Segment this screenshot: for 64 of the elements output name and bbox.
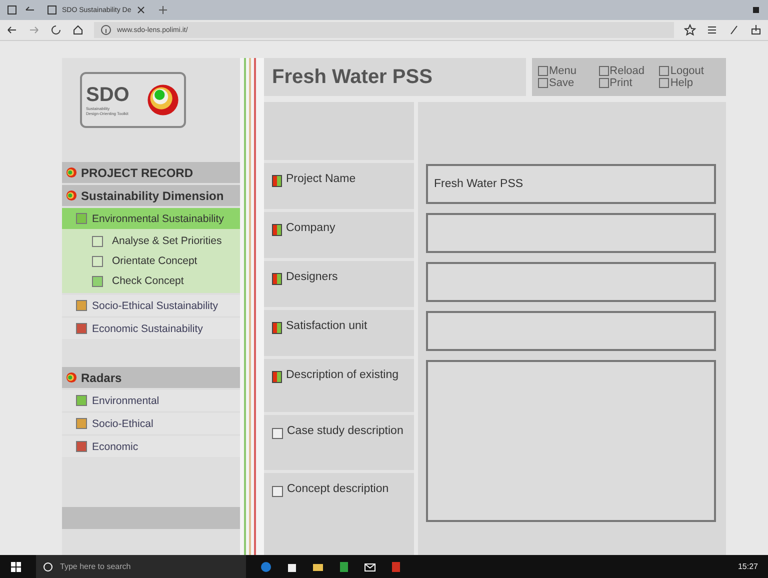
section-header[interactable]: PROJECT RECORD bbox=[62, 162, 240, 183]
app-icon[interactable] bbox=[338, 560, 350, 572]
status-icon bbox=[272, 273, 282, 285]
field-label: Project Name bbox=[286, 173, 356, 185]
nav-item[interactable]: Economic bbox=[62, 436, 240, 457]
status-icon bbox=[66, 372, 77, 383]
text-field[interactable] bbox=[426, 213, 716, 253]
text-area[interactable] bbox=[426, 360, 716, 522]
menu-link[interactable]: Logout bbox=[659, 65, 720, 77]
app-icon[interactable] bbox=[390, 560, 402, 572]
browser-icon[interactable] bbox=[260, 560, 272, 572]
menu-link[interactable]: Print bbox=[598, 77, 660, 89]
mail-icon[interactable] bbox=[364, 560, 376, 572]
info-icon bbox=[100, 24, 112, 36]
checkbox[interactable] bbox=[272, 428, 283, 439]
star-icon[interactable] bbox=[684, 24, 696, 36]
section-header[interactable]: Radars bbox=[62, 367, 240, 388]
text-field[interactable] bbox=[426, 262, 716, 302]
project-title: Fresh Water PSS bbox=[264, 58, 526, 96]
rings-icon bbox=[146, 83, 180, 117]
nav-subitem[interactable]: Check Concept bbox=[62, 271, 240, 291]
nav-item[interactable]: Environmental bbox=[62, 390, 240, 411]
field-label: Company bbox=[286, 222, 336, 234]
nav-item[interactable]: Environmental Sustainability bbox=[62, 208, 240, 229]
refresh-icon[interactable] bbox=[50, 24, 62, 36]
close-icon[interactable] bbox=[135, 4, 148, 16]
menu-link[interactable]: Reload bbox=[598, 65, 660, 77]
status-icon bbox=[66, 190, 77, 201]
status-icon bbox=[272, 224, 282, 236]
text-field[interactable]: Fresh Water PSS bbox=[426, 164, 716, 204]
field-label: Case study description bbox=[287, 425, 404, 437]
field-label: Description of existing bbox=[286, 369, 398, 381]
clock-time[interactable]: 15:27 bbox=[738, 562, 758, 571]
field-label: Satisfaction unit bbox=[286, 320, 368, 332]
nav-item[interactable]: Socio-Ethical Sustainability bbox=[62, 295, 240, 316]
windows-icon[interactable] bbox=[10, 560, 22, 572]
search-icon bbox=[42, 560, 54, 572]
menu-link[interactable]: Menu bbox=[538, 65, 599, 77]
search-field[interactable]: Type here to search bbox=[36, 555, 246, 578]
nav-subitem[interactable]: Orientate Concept bbox=[62, 251, 240, 271]
checkbox[interactable] bbox=[272, 486, 283, 497]
status-icon bbox=[272, 322, 282, 334]
logo-title: SDO bbox=[86, 84, 130, 107]
restore-icon[interactable] bbox=[750, 4, 762, 16]
nav-subitem[interactable]: Analyse & Set Priorities bbox=[62, 231, 240, 251]
new-tab-icon[interactable] bbox=[157, 4, 170, 16]
share-icon[interactable] bbox=[750, 24, 762, 36]
tabs-icon[interactable] bbox=[6, 4, 18, 16]
pen-icon[interactable] bbox=[728, 24, 740, 36]
status-icon bbox=[272, 371, 282, 383]
status-icon bbox=[66, 167, 77, 178]
field-label: Concept description bbox=[287, 483, 389, 495]
back-icon[interactable] bbox=[6, 24, 18, 36]
status-icon bbox=[272, 175, 282, 187]
text-field[interactable] bbox=[426, 311, 716, 351]
menu-link[interactable]: Save bbox=[538, 77, 599, 89]
home-icon[interactable] bbox=[72, 24, 84, 36]
page-icon bbox=[46, 4, 58, 16]
section-header[interactable]: Sustainability Dimension bbox=[62, 185, 240, 206]
nav-item[interactable]: Socio-Ethical bbox=[62, 413, 240, 434]
favorites-icon[interactable] bbox=[706, 24, 718, 36]
field-label: Designers bbox=[286, 271, 338, 283]
nav-item[interactable]: Economic Sustainability bbox=[62, 318, 240, 339]
menu-link[interactable]: Help bbox=[659, 77, 720, 89]
